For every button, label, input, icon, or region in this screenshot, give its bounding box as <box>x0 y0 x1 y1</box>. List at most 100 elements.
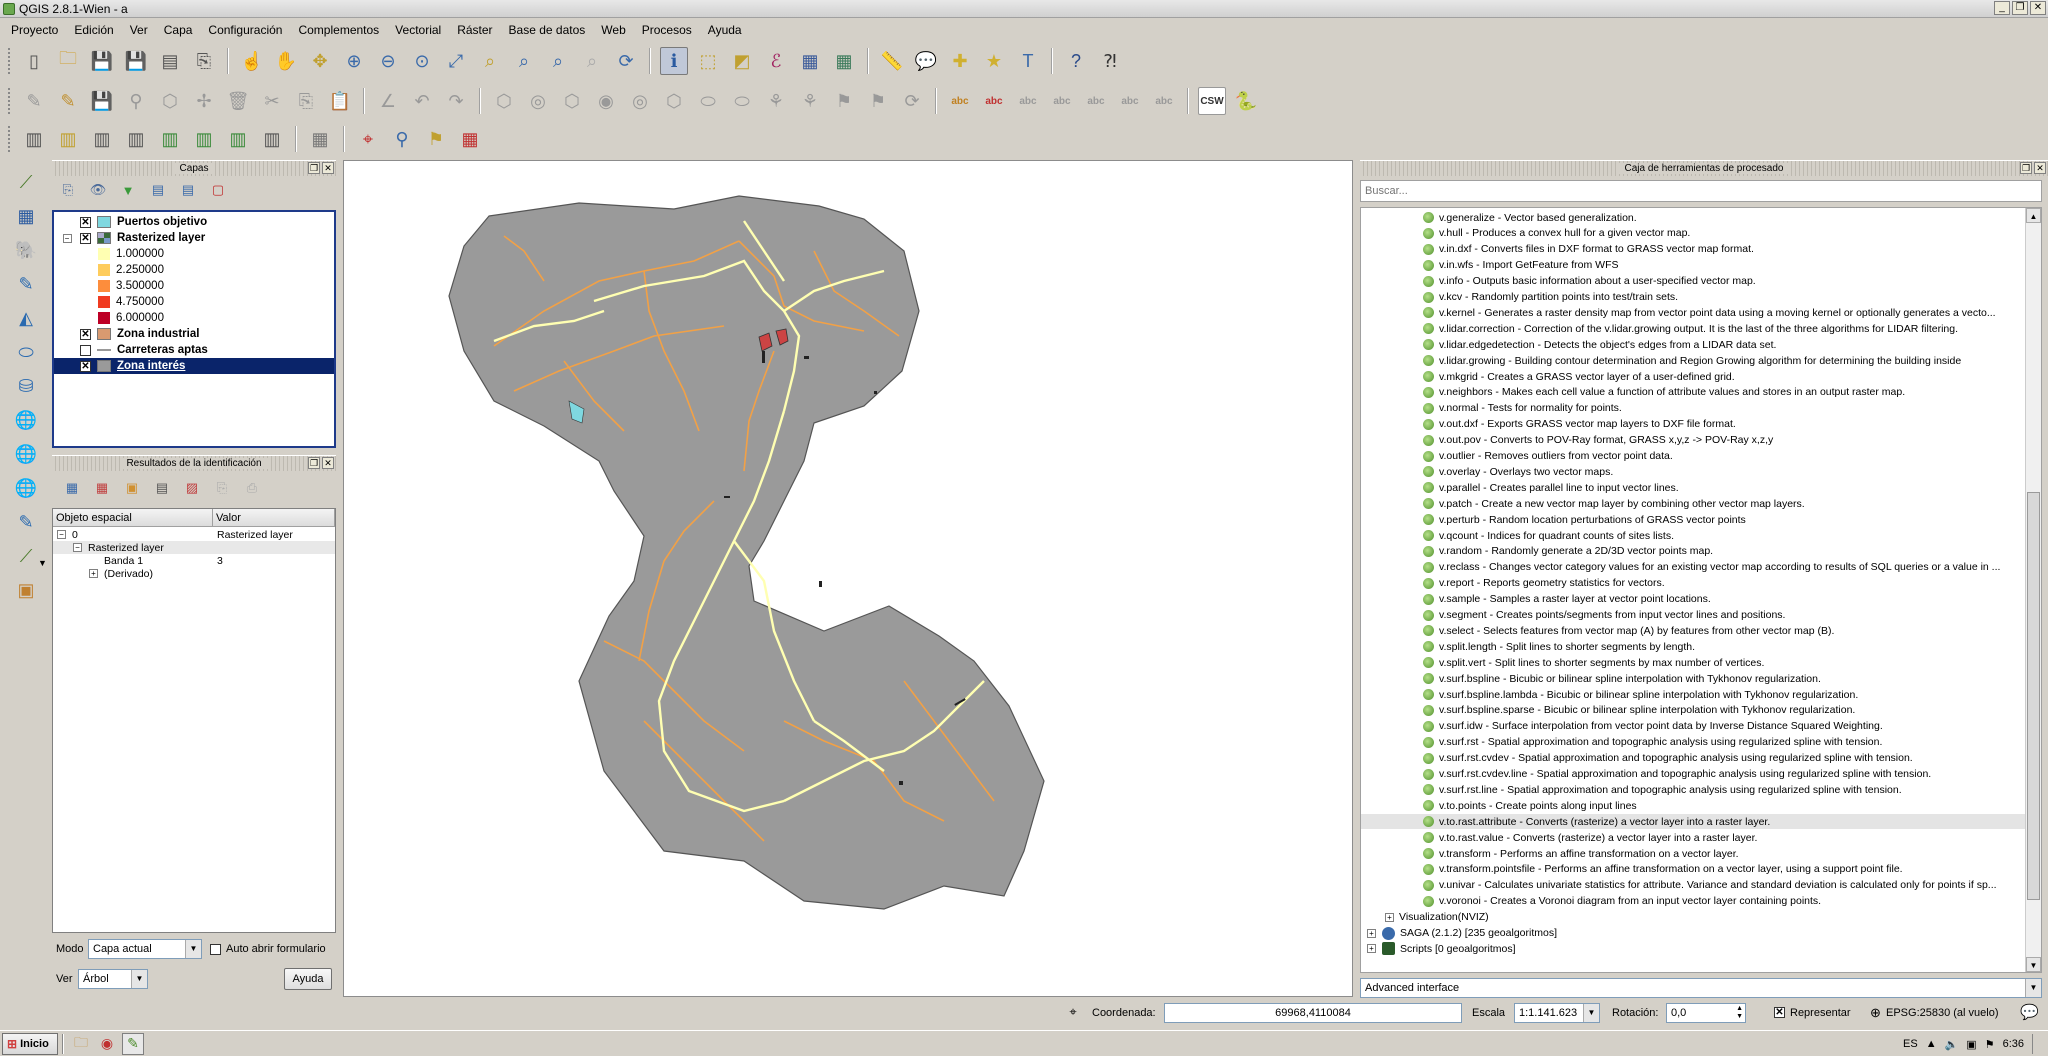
show-desktop-icon[interactable] <box>2032 1034 2042 1054</box>
reshape-icon[interactable]: ⬭ <box>694 87 722 115</box>
pan-icon[interactable]: ✋ <box>272 47 300 75</box>
algorithm-item[interactable]: v.to.points - Create points along input … <box>1361 798 2025 813</box>
touch-pan-icon[interactable]: ☝ <box>238 47 266 75</box>
algorithm-item[interactable]: v.surf.bspline - Bicubic or bilinear spl… <box>1361 671 2025 686</box>
pan-to-selection-icon[interactable]: ✥ <box>306 47 334 75</box>
map-canvas[interactable] <box>343 160 1353 997</box>
label-move-icon[interactable]: abc <box>1048 87 1076 115</box>
algorithm-item[interactable]: v.surf.idw - Surface interpolation from … <box>1361 719 2025 734</box>
algorithm-item[interactable]: v.surf.bspline.sparse - Bicubic or bilin… <box>1361 703 2025 718</box>
clock[interactable]: 6:36 <box>2003 1038 2024 1050</box>
split-features-icon[interactable]: ⚘ <box>796 87 824 115</box>
algorithm-item[interactable]: v.sample - Samples a raster layer at vec… <box>1361 592 2025 607</box>
file-explorer-icon[interactable]: 🗀 <box>70 1033 92 1055</box>
identify-result-row[interactable]: Banda 1 3 <box>53 554 335 567</box>
interface-mode-select[interactable]: Advanced interface ▼ <box>1360 978 2042 998</box>
messages-icon[interactable]: 💬 <box>2020 1003 2039 1021</box>
menu-ayuda[interactable]: Ayuda <box>700 23 750 37</box>
processing-search-input[interactable] <box>1360 180 2042 202</box>
collapse-tree-icon[interactable]: ▦ <box>92 478 112 498</box>
offset-curve-icon[interactable]: ⬭ <box>728 87 756 115</box>
add-wms-layer-icon[interactable]: 🌐 <box>11 406 41 434</box>
show-bookmarks-icon[interactable]: ★ <box>980 47 1008 75</box>
save-project-icon[interactable]: 💾 <box>88 47 116 75</box>
column-header-feature[interactable]: Objeto espacial <box>53 509 213 527</box>
text-annotation-icon[interactable]: T <box>1014 47 1042 75</box>
new-bookmark-icon[interactable]: ✚ <box>946 47 974 75</box>
algorithm-item[interactable]: v.surf.rst.cvdev - Spatial approximation… <box>1361 751 2025 766</box>
close-panel-button[interactable]: ✕ <box>2034 162 2046 174</box>
layer-item[interactable]: ✕ Puertos objetivo <box>54 214 334 230</box>
layer-visibility-checkbox[interactable]: ✕ <box>80 216 91 228</box>
toggle-extents-icon[interactable]: ⌖ <box>1062 1001 1084 1023</box>
algorithm-item[interactable]: v.surf.rst.cvdev.line - Spatial approxim… <box>1361 767 2025 782</box>
open-form-icon[interactable]: ▤ <box>152 478 172 498</box>
network-icon[interactable]: ▣ <box>1966 1038 1976 1051</box>
add-raster-layer-icon[interactable]: ▦ <box>11 202 41 230</box>
print-icon[interactable]: ⎙ <box>242 478 262 498</box>
redo-icon[interactable]: ↷ <box>442 87 470 115</box>
menu-complementos[interactable]: Complementos <box>290 23 387 37</box>
identify-icon[interactable]: ℹ <box>660 47 688 75</box>
float-panel-button[interactable]: ❐ <box>308 162 320 174</box>
zoom-last-icon[interactable]: ⌕ <box>544 47 572 75</box>
measure-icon[interactable]: 📏 <box>878 47 906 75</box>
maximize-button[interactable]: ❐ <box>2012 1 2028 15</box>
add-wfs-layer-icon[interactable]: 🌐 <box>11 474 41 502</box>
layer-visibility-checkbox[interactable]: ✕ <box>80 360 91 372</box>
menu-capa[interactable]: Capa <box>156 23 201 37</box>
expand-new-results-icon[interactable]: ▣ <box>122 478 142 498</box>
zoom-out-icon[interactable]: ⊖ <box>374 47 402 75</box>
algorithm-item[interactable]: v.report - Reports geometry statistics f… <box>1361 576 2025 591</box>
delete-selected-icon[interactable]: 🗑 <box>224 87 252 115</box>
add-mssql-layer-icon[interactable]: ◭ <box>11 304 41 332</box>
zoom-selection-icon[interactable]: ⌕ <box>476 47 504 75</box>
layer-style-icon[interactable]: ⎘ <box>58 180 78 200</box>
cut-features-icon[interactable]: ✂ <box>258 87 286 115</box>
expand-all-icon[interactable]: ▤ <box>148 180 168 200</box>
measure-angle-icon[interactable]: ∠ <box>374 87 402 115</box>
algorithm-item[interactable]: v.surf.rst.line - Spatial approximation … <box>1361 782 2025 797</box>
layer-item[interactable]: − ✕ Rasterized layer <box>54 230 334 246</box>
identify-result-row[interactable]: −0 Rasterized layer <box>53 528 335 541</box>
open-project-icon[interactable]: 🗀 <box>54 47 82 75</box>
algorithm-item[interactable]: v.voronoi - Creates a Voronoi diagram fr… <box>1361 894 2025 909</box>
copy-features-icon[interactable]: ⎘ <box>292 87 320 115</box>
csw-icon[interactable]: CSW <box>1198 87 1226 115</box>
filter-legend-icon[interactable]: ▼ <box>118 180 138 200</box>
zoom-full-icon[interactable]: ⤢ <box>442 47 470 75</box>
algorithm-item[interactable]: v.to.rast.attribute - Converts (rasteriz… <box>1361 814 2025 830</box>
menu-r-ster[interactable]: Ráster <box>449 23 500 37</box>
python-console-icon[interactable]: 🐍 <box>1232 87 1260 115</box>
add-vector-layer-icon[interactable]: ⟋ <box>11 168 41 196</box>
label-icon[interactable]: abc <box>946 87 974 115</box>
expand-icon[interactable]: + <box>89 569 98 578</box>
algorithm-item[interactable]: v.qcount - Indices for quadrant counts o… <box>1361 528 2025 543</box>
algorithm-item[interactable]: v.in.dxf - Converts files in DXF format … <box>1361 242 2025 257</box>
new-project-icon[interactable]: ▯ <box>20 47 48 75</box>
local-extent-stretch-icon[interactable]: ▥ <box>122 125 150 153</box>
algorithm-item[interactable]: v.to.rast.value - Converts (rasterize) a… <box>1361 830 2025 845</box>
merge-features-icon[interactable]: ⚑ <box>830 87 858 115</box>
zoom-in-icon[interactable]: ⊕ <box>340 47 368 75</box>
expand-icon[interactable]: + <box>1385 912 1394 922</box>
layer-visibility-checkbox[interactable]: ✕ <box>80 232 91 244</box>
toggle-editing-icon[interactable]: ✎ <box>54 87 82 115</box>
add-part-icon[interactable]: ⬡ <box>558 87 586 115</box>
start-button[interactable]: ⊞ Inicio <box>2 1032 58 1055</box>
algorithm-item[interactable]: v.generalize - Vector based generalizati… <box>1361 210 2025 225</box>
label-change-icon[interactable]: abc <box>1116 87 1144 115</box>
expression-select-icon[interactable]: ℰ <box>762 47 790 75</box>
heatmap-icon[interactable]: ▦ <box>456 125 484 153</box>
zoom-layer-icon[interactable]: ⌕ <box>510 47 538 75</box>
scroll-up-icon[interactable]: ▲ <box>2026 208 2041 223</box>
algorithm-item[interactable]: v.out.pov - Converts to POV-Ray format, … <box>1361 433 2025 448</box>
algorithm-item[interactable]: v.surf.bspline.lambda - Bicubic or bilin… <box>1361 687 2025 702</box>
coordinate-field[interactable]: 69968,4110084 <box>1164 1003 1462 1023</box>
algorithm-item[interactable]: v.segment - Creates points/segments from… <box>1361 608 2025 623</box>
scroll-thumb[interactable] <box>2027 492 2040 900</box>
fill-ring-icon[interactable]: ◉ <box>592 87 620 115</box>
minimize-button[interactable]: _ <box>1994 1 2010 15</box>
algorithm-item[interactable]: v.perturb - Random location perturbation… <box>1361 512 2025 527</box>
algorithm-item[interactable]: v.outlier - Removes outliers from vector… <box>1361 449 2025 464</box>
